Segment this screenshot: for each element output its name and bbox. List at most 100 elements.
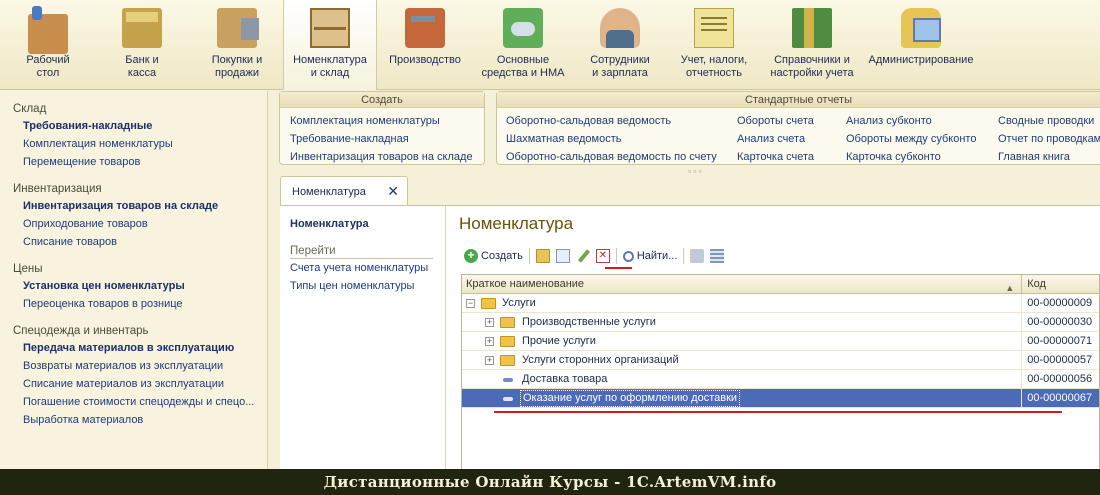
- report-column: Оборотно-сальдовая ведомость Шахматная в…: [506, 112, 717, 166]
- section-label: Производство: [389, 54, 461, 66]
- nav-item-transfer[interactable]: Перемещение товаров: [0, 153, 267, 171]
- section-label: Учет, налоги, отчетность: [680, 54, 748, 79]
- table-row[interactable]: Доставка товара 00-00000056: [462, 370, 1099, 389]
- table-row-selected[interactable]: Оказание услуг по оформлению доставки 00…: [462, 389, 1099, 408]
- section-desktop[interactable]: Рабочий стол: [12, 0, 84, 90]
- section-bank[interactable]: Банк и касса: [106, 0, 178, 90]
- report-link[interactable]: Обороты между субконто: [846, 130, 976, 148]
- table-row[interactable]: + Прочие услуги 00-00000071: [462, 332, 1099, 351]
- report-link[interactable]: Шахматная ведомость: [506, 130, 717, 148]
- nav-item-stocktaking[interactable]: Инвентаризация товаров на складе: [0, 197, 267, 215]
- find-button[interactable]: Найти...: [620, 246, 681, 266]
- form-title: Номенклатура: [459, 214, 574, 233]
- report-link[interactable]: Главная книга: [998, 148, 1100, 166]
- create-links: Комплектация номенклатуры Требование-нак…: [290, 112, 473, 166]
- expand-icon[interactable]: +: [485, 337, 494, 346]
- watermark-banner: Дистанционные Онлайн Курсы - 1C.ArtemVM.…: [0, 469, 1100, 495]
- create-panel: Создать Комплектация номенклатуры Требов…: [279, 91, 485, 165]
- form-toolbar: + Создать ✕ Найти...: [461, 246, 727, 266]
- mark-delete-button[interactable]: ✕: [593, 246, 613, 266]
- report-link[interactable]: Карточка субконто: [846, 148, 976, 166]
- report-link[interactable]: Анализ субконто: [846, 112, 976, 130]
- table-row[interactable]: − Услуги 00-00000009: [462, 294, 1099, 313]
- form-nav-current[interactable]: Номенклатура: [290, 218, 369, 230]
- section-references[interactable]: Справочники и настройки учета: [766, 0, 858, 90]
- bank-icon: [122, 8, 162, 48]
- create-button[interactable]: + Создать: [461, 246, 526, 266]
- expand-icon[interactable]: +: [485, 318, 494, 327]
- section-label: Основные средства и НМА: [481, 54, 565, 79]
- copy-button[interactable]: [553, 246, 573, 266]
- close-icon[interactable]: ✕: [387, 183, 399, 200]
- reports-panel-title: Стандартные отчеты: [497, 92, 1100, 108]
- name-cell: − Услуги: [462, 294, 1023, 312]
- nav-item-set-prices[interactable]: Установка цен номенклатуры: [0, 277, 267, 295]
- create-button-label: Создать: [481, 250, 523, 262]
- report-link[interactable]: Сводные проводки: [998, 112, 1100, 130]
- nav-item-returns[interactable]: Возвраты материалов из эксплуатации: [0, 357, 267, 375]
- column-header-code[interactable]: Код: [1022, 275, 1099, 293]
- row-name: Прочие услуги: [522, 335, 596, 347]
- section-production[interactable]: Производство: [384, 0, 466, 90]
- table-row[interactable]: + Услуги сторонних организаций 00-000000…: [462, 351, 1099, 370]
- nav-item-revaluation[interactable]: Переоценка товаров в рознице: [0, 295, 267, 313]
- truck-icon: [217, 8, 259, 48]
- collapse-icon[interactable]: −: [466, 299, 475, 308]
- section-taxes[interactable]: Учет, налоги, отчетность: [674, 0, 754, 90]
- section-nomenclature[interactable]: Номенклатура и склад: [283, 0, 377, 90]
- section-label: Рабочий стол: [26, 54, 70, 79]
- create-folder-button[interactable]: [533, 246, 553, 266]
- nav-item-writeoff-from-use[interactable]: Списание материалов из эксплуатации: [0, 375, 267, 393]
- item-icon: [503, 378, 513, 382]
- row-code: 00-00000057: [1027, 354, 1093, 366]
- warehouse-icon: [310, 8, 350, 48]
- create-link[interactable]: Требование-накладная: [290, 130, 473, 148]
- create-panel-title: Создать: [280, 92, 484, 108]
- report-link[interactable]: Отчет по проводкам: [998, 130, 1100, 148]
- delete-mark-icon: ✕: [595, 249, 610, 263]
- report-link[interactable]: Оборотно-сальдовая ведомость: [506, 112, 717, 130]
- section-employees[interactable]: Сотрудники и зарплата: [584, 0, 656, 90]
- form-nav-link-price-types[interactable]: Типы цен номенклатуры: [290, 280, 414, 292]
- highlight-underline-delete: [605, 267, 632, 269]
- section-fixed-assets[interactable]: Основные средства и НМА: [476, 0, 570, 90]
- toolbar-divider: [615, 248, 617, 264]
- report-link[interactable]: Карточка счета: [737, 148, 814, 166]
- create-link[interactable]: Комплектация номенклатуры: [290, 112, 473, 130]
- sections-panel: Рабочий стол Банк и касса Покупки и прод…: [0, 0, 1100, 90]
- expand-icon[interactable]: +: [485, 356, 494, 365]
- nav-item-material-output[interactable]: Выработка материалов: [0, 411, 267, 429]
- section-sales[interactable]: Покупки и продажи: [200, 0, 274, 90]
- folder-icon: [500, 317, 515, 328]
- nav-item-requisitions[interactable]: Требования-накладные: [0, 117, 267, 135]
- report-link[interactable]: Анализ счета: [737, 130, 814, 148]
- nav-item-cost-repayment[interactable]: Погашение стоимости спецодежды и спецо..…: [0, 393, 267, 411]
- edit-button[interactable]: [573, 246, 593, 266]
- search-settings-button[interactable]: [687, 246, 707, 266]
- list-settings-button[interactable]: [707, 246, 727, 266]
- toolbox-icon: [405, 8, 445, 48]
- section-administration[interactable]: Администрирование: [866, 0, 976, 90]
- nav-item-receipt[interactable]: Оприходование товаров: [0, 215, 267, 233]
- nav-item-writeoff[interactable]: Списание товаров: [0, 233, 267, 251]
- table-row[interactable]: + Производственные услуги 00-00000030: [462, 313, 1099, 332]
- form-nav-link-accounts[interactable]: Счета учета номенклатуры: [290, 262, 428, 274]
- tab-nomenclature[interactable]: Номенклатура ✕: [280, 176, 408, 206]
- column-header-name[interactable]: Краткое наименование ▲: [462, 275, 1023, 293]
- report-link[interactable]: Оборотно-сальдовая ведомость по счету: [506, 148, 717, 166]
- search-icon: [622, 250, 634, 262]
- create-link[interactable]: Инвентаризация товаров на складе: [290, 148, 473, 166]
- row-code: 00-00000071: [1027, 335, 1093, 347]
- report-link[interactable]: Обороты счета: [737, 112, 814, 130]
- navigation-panel: Склад Требования-накладные Комплектация …: [0, 91, 268, 469]
- table-header: Краткое наименование ▲ Код: [462, 275, 1099, 294]
- item-icon: [503, 397, 513, 401]
- panel-resize-grip[interactable]: ▫▫▫: [688, 166, 704, 176]
- nav-item-transfer-to-use[interactable]: Передача материалов в эксплуатацию: [0, 339, 267, 357]
- nav-item-assembly[interactable]: Комплектация номенклатуры: [0, 135, 267, 153]
- report-column: Обороты счета Анализ счета Карточка счет…: [737, 112, 814, 166]
- name-cell: + Производственные услуги: [462, 313, 1023, 331]
- name-cell: Доставка товара: [462, 370, 1023, 388]
- pencil-icon: [576, 249, 590, 263]
- employee-icon: [600, 8, 640, 48]
